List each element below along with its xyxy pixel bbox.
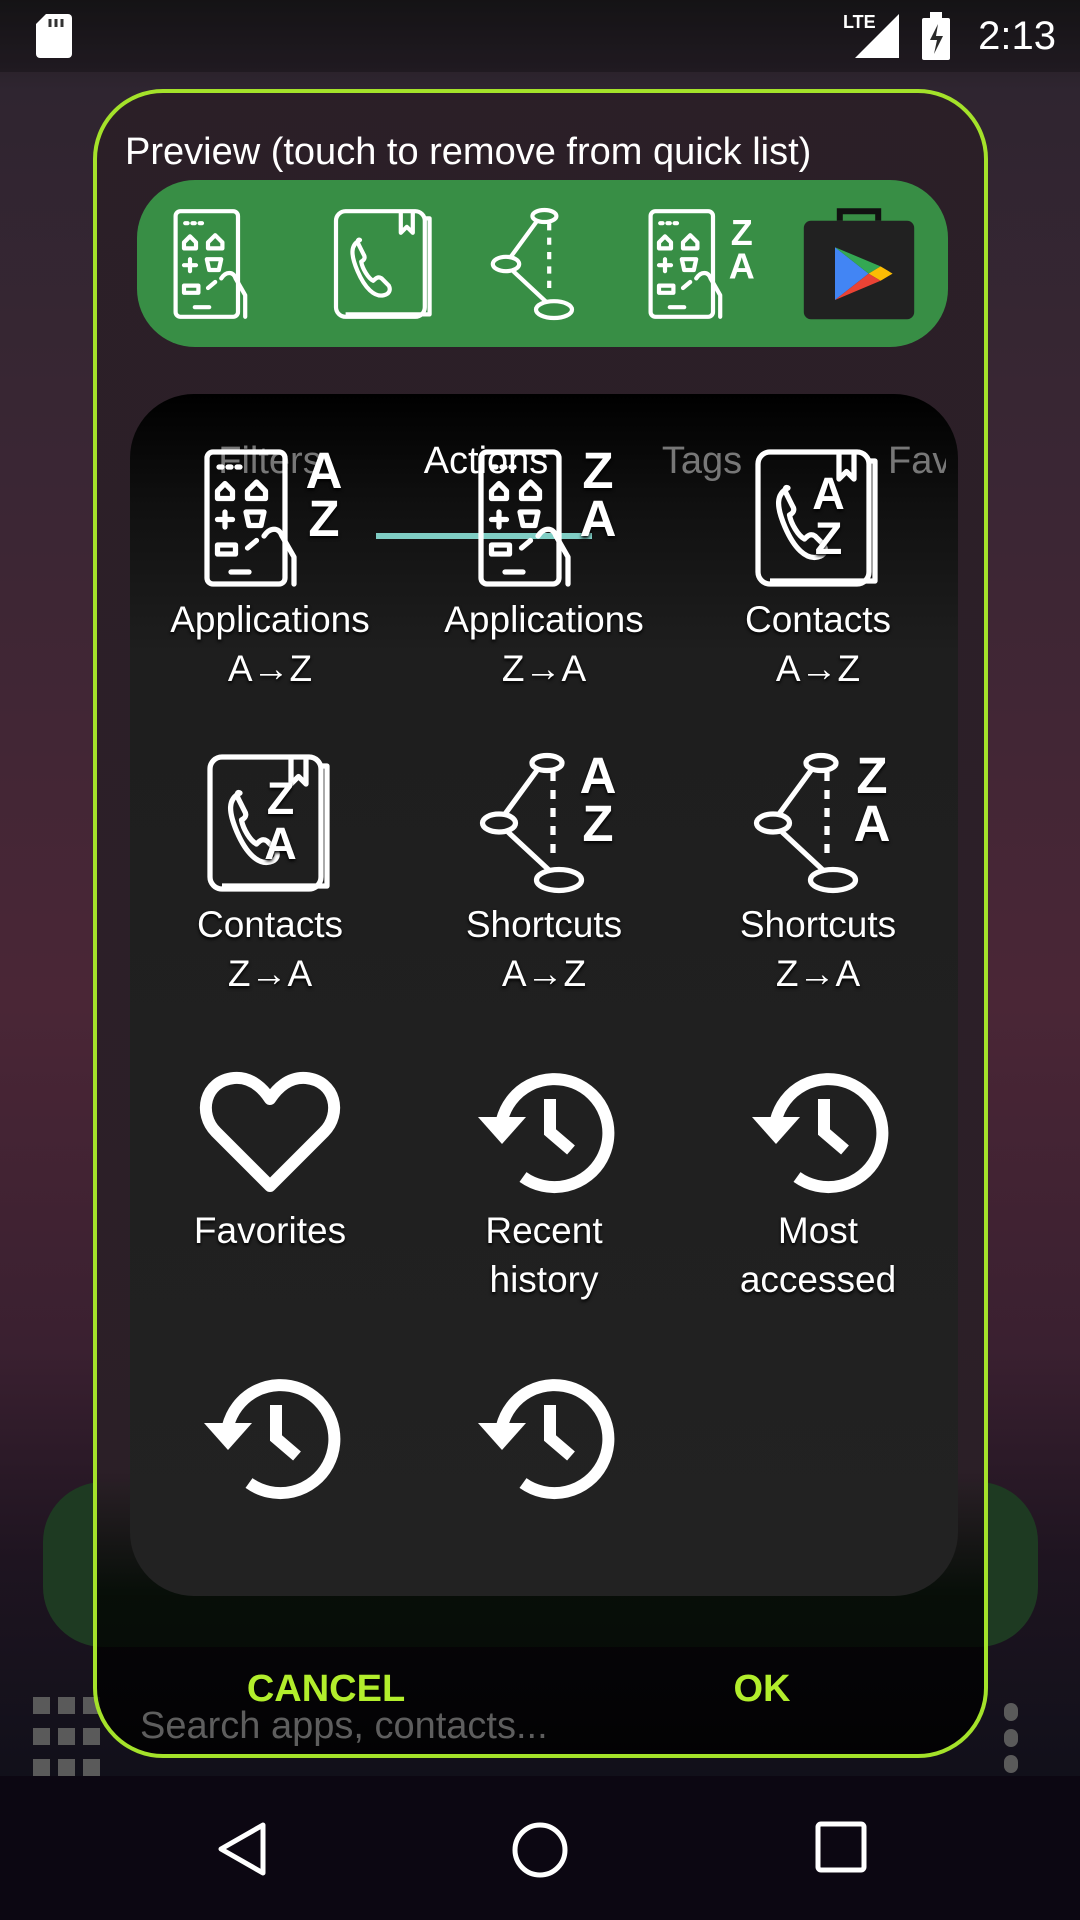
- action-sublabel: A→Z: [775, 648, 861, 689]
- action-label: Recent: [485, 1210, 603, 1251]
- svg-text:A: A: [728, 245, 754, 286]
- action-item[interactable]: A Z Shortcuts A→Z: [407, 748, 681, 998]
- svg-text:A: A: [580, 490, 617, 547]
- status-bar: LTE 2:13: [0, 0, 1080, 72]
- quick-list-dialog: Preview (touch to remove from quick list…: [93, 89, 988, 1758]
- svg-text:A: A: [812, 468, 845, 519]
- overflow-menu-icon[interactable]: [1004, 1703, 1018, 1781]
- action-item[interactable]: Recent history: [407, 1054, 681, 1304]
- tab-panel: Filters Actions Tags Favo AZApplications…: [130, 394, 958, 1596]
- sd-card-icon: [36, 14, 72, 58]
- svg-text:Z: Z: [267, 773, 295, 824]
- contacts-icon: ZA: [195, 748, 345, 898]
- svg-text:A: A: [854, 795, 891, 852]
- shortcuts-icon: ZA: [743, 748, 891, 898]
- action-label: Applications: [444, 599, 644, 640]
- clock: 2:13: [978, 14, 1056, 58]
- recents-icon[interactable]: [815, 1821, 867, 1873]
- play-store-icon[interactable]: [799, 199, 919, 329]
- action-sublabel: history: [489, 1259, 599, 1300]
- action-item[interactable]: Favorites: [133, 1054, 407, 1255]
- apps-icon: AZ: [195, 443, 342, 593]
- action-label: Favorites: [193, 1210, 347, 1251]
- action-label: Shortcuts: [465, 904, 623, 945]
- back-icon[interactable]: [215, 1821, 269, 1877]
- apps-za-icon[interactable]: ZA: [641, 199, 761, 329]
- navigation-bar: [0, 1776, 1080, 1920]
- action-sublabel: Z→A: [775, 953, 861, 994]
- action-sublabel: Z→A: [227, 953, 313, 994]
- heart-icon: [195, 1054, 345, 1204]
- action-item[interactable]: Most accessed: [681, 1054, 955, 1304]
- action-item[interactable]: A Z Contacts A→Z: [681, 443, 955, 693]
- svg-text:A: A: [264, 818, 297, 869]
- shortcuts-icon[interactable]: [482, 199, 602, 329]
- background-search-field[interactable]: Search apps, contacts...: [140, 1705, 548, 1748]
- action-label: Contacts: [744, 599, 891, 640]
- svg-text:Z: Z: [308, 490, 339, 547]
- apps-icon: ZA: [469, 443, 617, 593]
- action-item[interactable]: [407, 1360, 681, 1512]
- shortcuts-icon: AZ: [469, 748, 616, 898]
- action-label: Contacts: [196, 904, 343, 945]
- history-icon: [195, 1360, 345, 1510]
- action-item[interactable]: Z A Applications Z→A: [407, 443, 681, 693]
- action-item[interactable]: Z A Contacts Z→A: [133, 748, 407, 998]
- action-label: Shortcuts: [739, 904, 897, 945]
- contacts-icon[interactable]: [324, 199, 444, 329]
- action-item[interactable]: A Z Applications A→Z: [133, 443, 407, 693]
- svg-text:Z: Z: [582, 795, 613, 852]
- apps-icon[interactable]: [166, 199, 286, 329]
- action-sublabel: A→Z: [501, 953, 587, 994]
- ok-button[interactable]: OK: [734, 1668, 791, 1711]
- history-icon: [469, 1360, 619, 1510]
- action-sublabel: accessed: [739, 1259, 897, 1300]
- action-label: Most: [777, 1210, 859, 1251]
- home-icon[interactable]: [511, 1821, 569, 1879]
- history-icon: [469, 1054, 619, 1204]
- dialog-title: Preview (touch to remove from quick list…: [125, 131, 812, 173]
- action-label: Applications: [170, 599, 370, 640]
- battery-charging-icon: [922, 12, 950, 60]
- history-icon: [743, 1054, 893, 1204]
- preview-bar: ZA: [137, 180, 948, 347]
- action-sublabel: Z→A: [501, 648, 587, 689]
- action-item[interactable]: [133, 1360, 407, 1512]
- action-sublabel: A→Z: [227, 648, 313, 689]
- contacts-icon: AZ: [743, 443, 893, 593]
- svg-text:Z: Z: [815, 513, 843, 564]
- signal-icon: [855, 14, 899, 58]
- action-item[interactable]: Z A Shortcuts Z→A: [681, 748, 955, 998]
